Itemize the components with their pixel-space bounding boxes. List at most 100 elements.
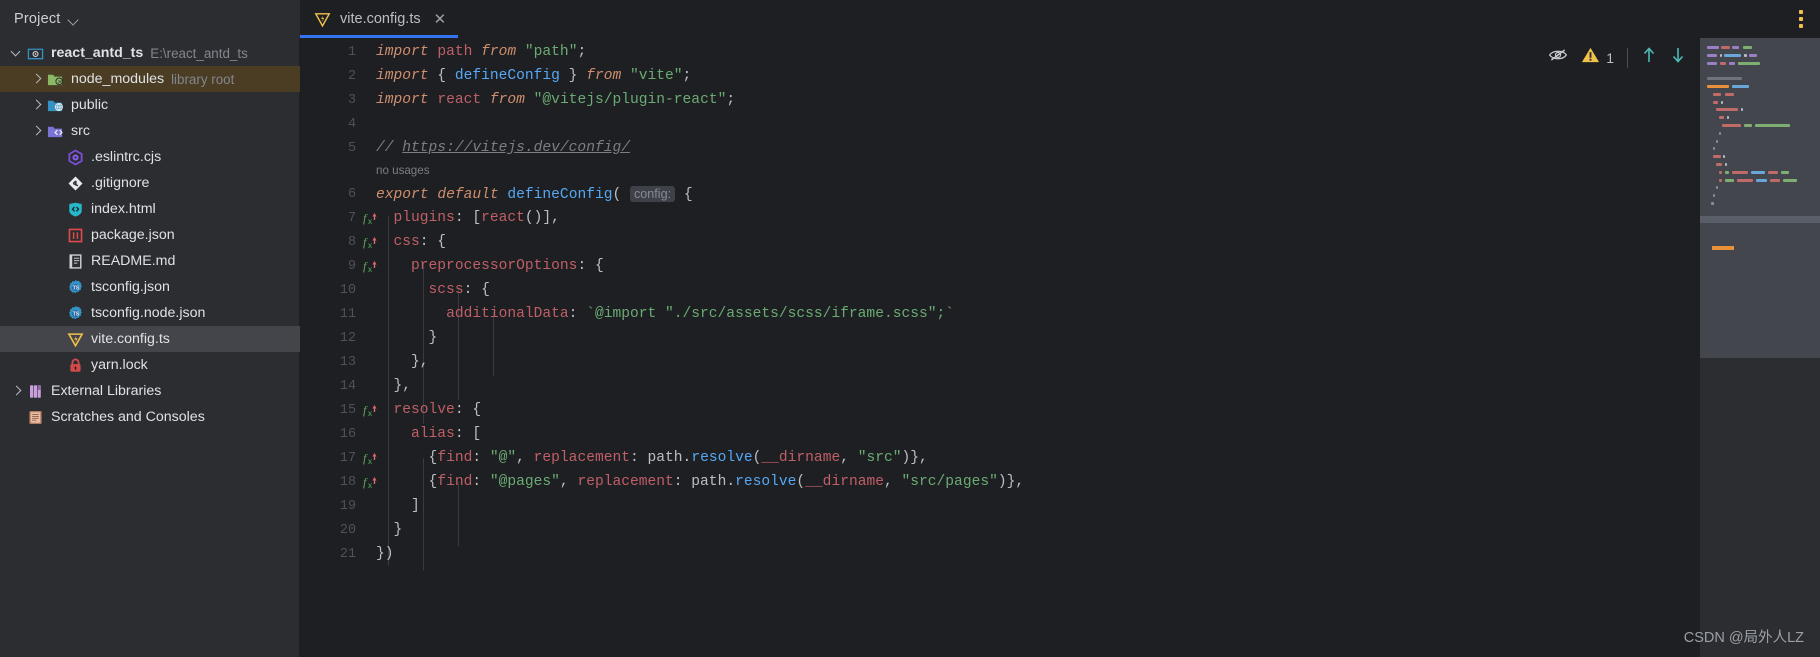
code-line-5[interactable]: // https://vitejs.dev/config/: [362, 136, 1700, 160]
code-line-18[interactable]: {find: "@pages", replacement: path.resol…: [362, 470, 1700, 494]
line-number: 15: [339, 402, 356, 418]
gutter-line-1[interactable]: 1: [300, 40, 362, 64]
tree-item-label: README.md: [91, 253, 176, 269]
code-line-17[interactable]: {find: "@", replacement: path.resolve(__…: [362, 446, 1700, 470]
line-number: 2: [347, 68, 356, 84]
code-line-20[interactable]: }: [362, 518, 1700, 542]
minimap-line: [1755, 124, 1790, 127]
code-line-15[interactable]: resolve: {: [362, 398, 1700, 422]
chevron-right-icon[interactable]: [28, 118, 46, 144]
chevron-right-icon[interactable]: [28, 92, 46, 118]
gutter-line-19[interactable]: 19: [300, 494, 362, 518]
code-line-12[interactable]: }: [362, 326, 1700, 350]
code-line-16[interactable]: alias: [: [362, 422, 1700, 446]
tree-item-external-libraries[interactable]: External Libraries: [0, 378, 300, 404]
warning-triangle-icon[interactable]: [1581, 46, 1600, 69]
minimap-viewport[interactable]: [1700, 216, 1820, 223]
tree-item-tsconfig-json[interactable]: TS tsconfig.json: [0, 274, 300, 300]
tab-vite-config[interactable]: vite.config.ts ✕: [300, 0, 459, 38]
more-vertical-icon[interactable]: [1795, 6, 1807, 32]
code-line-14[interactable]: },: [362, 374, 1700, 398]
gutter-line-4[interactable]: 4: [300, 112, 362, 136]
minimap-line: [1719, 170, 1722, 174]
tree-item-yarn-lock[interactable]: yarn.lock: [0, 352, 300, 378]
code-line-4[interactable]: [362, 112, 1700, 136]
tree-item-react-antd-ts[interactable]: react_antd_ts E:\react_antd_ts: [0, 40, 300, 66]
gutter-line-18[interactable]: 18 f x: [300, 470, 377, 494]
markdown-icon: [66, 252, 84, 270]
code-line-7[interactable]: plugins: [react()],: [362, 206, 1700, 230]
tree-item-gitignore[interactable]: .gitignore: [0, 170, 300, 196]
tree-item-package-json[interactable]: package.json: [0, 222, 300, 248]
gutter-line-5[interactable]: 5: [300, 136, 362, 160]
gutter-line-10[interactable]: 10: [300, 278, 362, 302]
gutter-line-2[interactable]: 2: [300, 64, 362, 88]
editor-tabbar: vite.config.ts ✕: [300, 0, 1820, 38]
tree-item-public[interactable]: public: [0, 92, 300, 118]
code-line-8[interactable]: css: {: [362, 230, 1700, 254]
minimap-line: [1707, 85, 1729, 88]
editor-code-area[interactable]: import path from "path"; import { defineC…: [362, 38, 1700, 657]
gutter-line-7[interactable]: 7fx: [300, 206, 377, 230]
chevron-down-icon[interactable]: [8, 40, 26, 66]
code-line-9[interactable]: preprocessorOptions: {: [362, 254, 1700, 278]
chevron-right-icon[interactable]: [28, 66, 46, 92]
gutter-line-3[interactable]: 3: [300, 88, 362, 112]
gutter-line-13[interactable]: 13: [300, 350, 362, 374]
gutter-line-8[interactable]: 8fx: [300, 230, 377, 254]
tree-item-eslintrc-cjs[interactable]: .eslintrc.cjs: [0, 144, 300, 170]
tree-item-index-html[interactable]: index.html: [0, 196, 300, 222]
code-line-3[interactable]: import react from "@vitejs/plugin-react"…: [362, 88, 1700, 112]
minimap-line: [1722, 124, 1741, 127]
code-line-1[interactable]: import path from "path";: [362, 40, 1700, 64]
code-line-2[interactable]: import { defineConfig } from "vite";: [362, 64, 1700, 88]
tree-item-scratches-and-consoles[interactable]: Scratches and Consoles: [0, 404, 300, 430]
project-tree[interactable]: react_antd_ts E:\react_antd_ts JS node_modu…: [0, 38, 300, 657]
code-line-13[interactable]: },: [362, 350, 1700, 374]
minimap-line: [1783, 178, 1797, 182]
gutter-line-11[interactable]: 11: [300, 302, 362, 326]
tree-item-vite-config-ts[interactable]: vite.config.ts: [0, 326, 300, 352]
code-line-11[interactable]: additionalData: `@import "./src/assets/s…: [362, 302, 1700, 326]
gutter-line-20[interactable]: 20: [300, 518, 362, 542]
gutter-line-16[interactable]: 16: [300, 422, 362, 446]
code-line-19[interactable]: ]: [362, 494, 1700, 518]
npm-json-icon: [66, 226, 84, 244]
folder-source-icon: [46, 122, 64, 140]
code-line-21[interactable]: }): [362, 542, 1700, 566]
tree-item-node-modules[interactable]: JS node_modules library root: [0, 66, 300, 92]
minimap-line: [1724, 53, 1741, 57]
gutter-line-9[interactable]: 9fx: [300, 254, 377, 278]
code-line-6[interactable]: export default defineConfig( config: {: [362, 182, 1700, 206]
close-icon[interactable]: ✕: [434, 12, 447, 27]
editor-gutter[interactable]: 1 2 3 4 5 6 7 f x 8 f x 9 f x 10 11 12 13 14 15 f x 16 17 f x 18 f x 1…: [300, 38, 377, 657]
minimap[interactable]: [1700, 38, 1820, 358]
minimap-line: [1770, 178, 1780, 182]
minimap-line: [1719, 116, 1724, 120]
gutter-line-6[interactable]: 6: [300, 182, 362, 206]
tree-item-src[interactable]: src: [0, 118, 300, 144]
chevron-right-icon[interactable]: [8, 378, 26, 404]
project-panel-header[interactable]: Project: [0, 0, 300, 38]
arrow-down-icon[interactable]: [1670, 46, 1686, 69]
eye-off-icon[interactable]: [1548, 47, 1568, 68]
tree-item-readme-md[interactable]: README.md: [0, 248, 300, 274]
editor-right-column[interactable]: [1700, 38, 1820, 657]
chevron-down-icon[interactable]: [68, 14, 79, 25]
code-editor[interactable]: 1 2 3 4 5 6 7 f x 8 f x 9 f x 10 11 12 13 14 15 f x 16 17 f x 18 f x 1…: [300, 38, 1700, 657]
gutter-line-14[interactable]: 14: [300, 374, 362, 398]
gutter-line-17[interactable]: 17 f x: [300, 446, 377, 470]
arrow-up-icon[interactable]: [1641, 46, 1657, 69]
code-line-10[interactable]: scss: {: [362, 278, 1700, 302]
line-number: 16: [339, 426, 356, 442]
tree-item-tsconfig-node-json[interactable]: TS tsconfig.node.json: [0, 300, 300, 326]
gutter-line-21[interactable]: 21: [300, 542, 362, 566]
gutter-line-12[interactable]: 12: [300, 326, 362, 350]
gutter-marker[interactable]: [1712, 246, 1734, 250]
tree-item-label: tsconfig.node.json: [91, 305, 206, 321]
inspections-widget[interactable]: 1: [1548, 46, 1686, 69]
gutter-line-15[interactable]: 15 f x: [300, 398, 377, 422]
typescript-config-icon: TS: [66, 278, 84, 296]
